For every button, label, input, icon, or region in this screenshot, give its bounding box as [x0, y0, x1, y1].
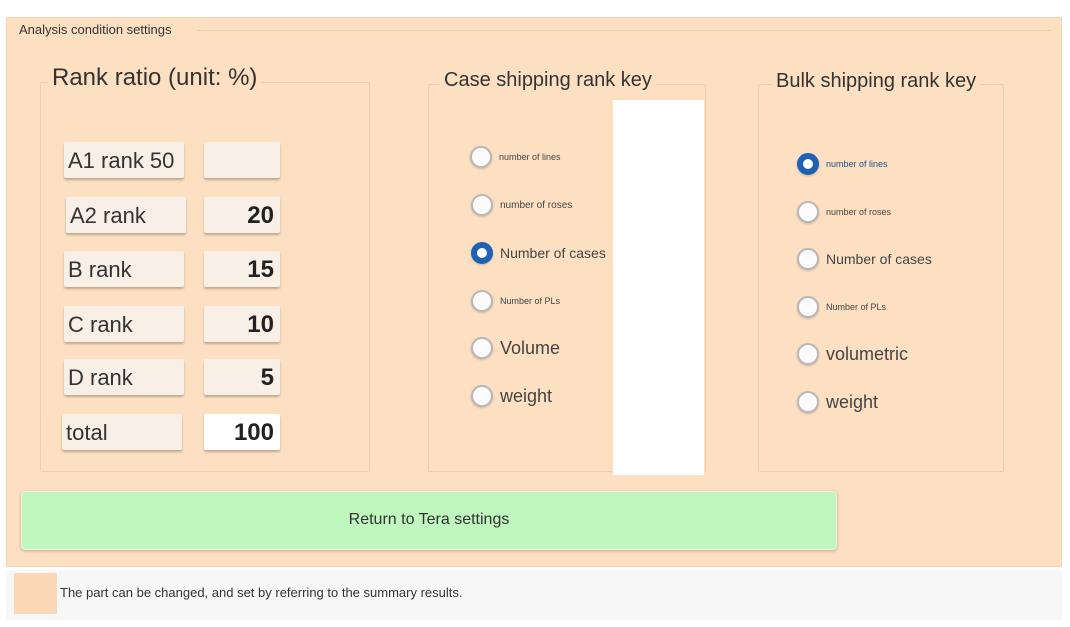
rank-input-c[interactable]: 10 — [204, 306, 280, 342]
option-label: Number of cases — [500, 245, 606, 261]
radio-button-selected[interactable] — [797, 153, 819, 175]
case-key-white-area — [613, 100, 704, 475]
bulk-option-weight[interactable]: weight — [797, 391, 878, 413]
rank-total-value: 100 — [204, 414, 280, 450]
option-label: weight — [500, 385, 553, 406]
bulk-option-volumetric[interactable]: volumetric — [797, 343, 908, 365]
option-label: volumetric — [826, 343, 909, 364]
rank-ratio-title: Rank ratio (unit: %) — [48, 64, 262, 92]
radio-button[interactable] — [797, 391, 819, 413]
radio-button-selected[interactable] — [471, 242, 493, 264]
option-label: number of lines — [499, 152, 561, 162]
radio-button[interactable] — [471, 385, 493, 407]
bulk-key-title: Bulk shipping rank key — [772, 70, 981, 93]
case-option-weight[interactable]: weight — [471, 385, 552, 407]
option-label: number of roses — [500, 199, 573, 211]
rank-input-a2[interactable]: 20 — [204, 197, 280, 233]
rank-label-a2: A2 rank — [66, 197, 186, 233]
case-option-pls[interactable]: Number of PLs — [471, 290, 560, 312]
bulk-option-roses[interactable]: number of roses — [797, 201, 891, 223]
bulk-option-pls[interactable]: Number of PLs — [797, 296, 886, 318]
radio-button[interactable] — [797, 248, 819, 270]
bulk-option-lines[interactable]: number of lines — [797, 153, 888, 175]
radio-button[interactable] — [471, 337, 493, 359]
radio-button[interactable] — [797, 296, 819, 318]
case-option-cases[interactable]: Number of cases — [471, 242, 606, 264]
option-label: weight — [826, 391, 879, 412]
case-option-lines[interactable]: number of lines — [470, 146, 561, 168]
rank-label-b: B rank — [64, 251, 184, 287]
rank-label-a1: A1 rank 50 — [64, 142, 184, 178]
option-label: Number of cases — [826, 251, 932, 267]
radio-button[interactable] — [470, 146, 492, 168]
option-label: number of lines — [826, 159, 888, 169]
rank-input-b[interactable]: 15 — [204, 251, 280, 287]
note-text: The part can be changed, and set by refe… — [60, 585, 463, 600]
option-label: Number of PLs — [500, 296, 561, 306]
case-option-roses[interactable]: number of roses — [471, 194, 572, 216]
panel-divider — [197, 30, 1051, 31]
radio-button[interactable] — [471, 194, 493, 216]
option-label: number of roses — [826, 207, 892, 217]
case-key-title: Case shipping rank key — [440, 69, 656, 92]
radio-button[interactable] — [471, 290, 493, 312]
radio-button[interactable] — [797, 201, 819, 223]
bulk-key-group — [758, 84, 1004, 472]
rank-input-d[interactable]: 5 — [204, 359, 280, 395]
rank-label-total: total — [62, 414, 182, 450]
option-label: Volume — [500, 337, 561, 358]
editable-color-swatch — [14, 573, 57, 614]
radio-button[interactable] — [797, 343, 819, 365]
case-option-volume[interactable]: Volume — [471, 337, 560, 359]
return-to-tera-settings-button[interactable]: Return to Tera settings — [21, 491, 837, 550]
panel-title: Analysis condition settings — [17, 22, 178, 39]
rank-label-d: D rank — [64, 359, 184, 395]
option-label: Number of PLs — [826, 302, 887, 312]
bulk-option-cases[interactable]: Number of cases — [797, 248, 932, 270]
rank-label-c: C rank — [64, 306, 184, 342]
rank-input-a1[interactable] — [204, 142, 280, 178]
